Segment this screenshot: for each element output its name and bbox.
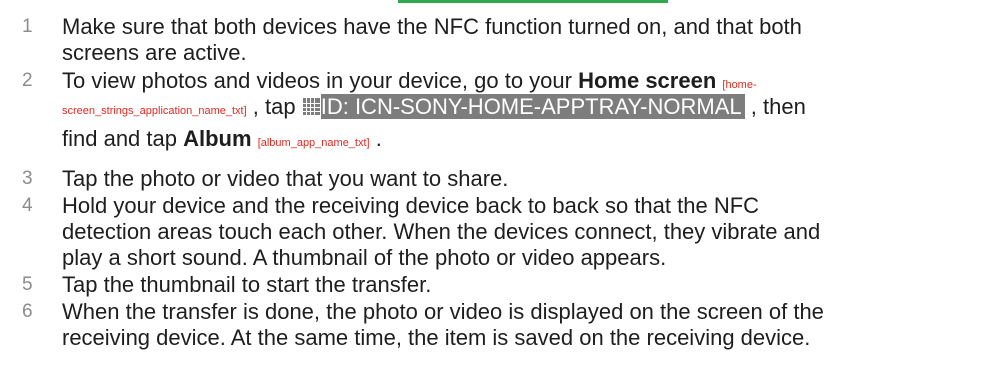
step-number: 1 <box>22 16 33 37</box>
step-text-part: , then <box>750 94 806 119</box>
step-line: Hold your device and the receiving devic… <box>62 193 760 218</box>
step-line: detection areas touch each other. When t… <box>62 219 821 244</box>
step-number: 5 <box>22 274 33 295</box>
step-line: play a short sound. A thumbnail of the p… <box>62 245 667 270</box>
step-line: To view photos and videos in your device… <box>62 68 982 94</box>
step-line: When the transfer is done, the photo or … <box>62 299 824 324</box>
step-line: find and tap Album [album_app_name_txt] … <box>62 126 982 152</box>
step-text-part: . <box>375 126 382 151</box>
step-text-part: find and tap <box>62 126 184 151</box>
home-screen-string-ref: screen_strings_application_name_txt] <box>62 105 247 117</box>
home-screen-string-ref: [home- <box>722 79 757 91</box>
step-text: Tap the photo or video that you want to … <box>62 166 982 192</box>
step-text: To view photos and videos in your device… <box>62 68 982 152</box>
step-line: Tap the thumbnail to start the transfer. <box>62 272 432 297</box>
step-line: receiving device. At the same time, the … <box>62 325 811 350</box>
step-number: 2 <box>22 70 33 91</box>
step-number: 4 <box>22 195 33 216</box>
step-number: 6 <box>22 301 33 322</box>
step-text: When the transfer is done, the photo or … <box>62 299 982 351</box>
step-text: Tap the thumbnail to start the transfer. <box>62 272 982 298</box>
icon-id-placeholder: ID: ICN-SONY-HOME-APPTRAY-NORMAL <box>320 94 745 119</box>
step-number: 3 <box>22 168 33 189</box>
step-text-part: , tap <box>252 94 302 119</box>
step-line: screens are active. <box>62 40 247 65</box>
step-text: Make sure that both devices have the NFC… <box>62 14 982 66</box>
step-text-part: To view photos and videos in your device… <box>62 68 579 93</box>
album-term: Album <box>183 126 252 151</box>
album-string-ref: [album_app_name_txt] <box>257 137 370 149</box>
instructions-page: 1 Make sure that both devices have the N… <box>0 0 997 376</box>
apptray-grid-icon <box>302 98 320 115</box>
step-line: Tap the photo or video that you want to … <box>62 166 509 191</box>
section-divider <box>398 0 668 3</box>
step-text: Hold your device and the receiving devic… <box>62 193 982 271</box>
home-screen-term: Home screen <box>578 68 717 93</box>
step-line: screen_strings_application_name_txt] , t… <box>62 94 982 126</box>
step-line: Make sure that both devices have the NFC… <box>62 14 802 39</box>
